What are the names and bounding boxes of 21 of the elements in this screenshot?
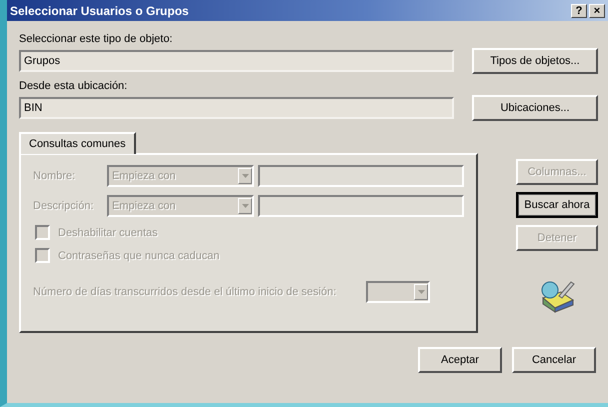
days-dropdown[interactable]	[366, 281, 430, 303]
dialog-button[interactable]: Aceptar	[418, 347, 502, 373]
dialog-button[interactable]: Cancelar	[512, 347, 596, 373]
query-label: Nombre:	[33, 170, 76, 182]
field-label: Seleccionar este tipo de objeto:	[19, 33, 174, 45]
browse-button[interactable]: Tipos de objetos...	[472, 48, 598, 74]
input-field[interactable]: BIN	[19, 97, 454, 119]
close-button[interactable]: ×	[589, 4, 605, 18]
checkbox-label: Deshabilitar cuentas	[58, 226, 158, 238]
query-label: Descripción:	[33, 200, 95, 212]
input-field[interactable]: Grupos	[19, 50, 454, 72]
browse-button[interactable]: Ubicaciones...	[472, 95, 598, 121]
field-label: Desde esta ubicación:	[19, 80, 128, 92]
checkbox-label: Contraseñas que nunca caducan	[58, 250, 220, 262]
help-button[interactable]: ?	[571, 4, 587, 18]
days-label: Número de días transcurridos desde el último inicio de sesión:	[33, 286, 336, 298]
window-title: Seleccionar Usuarios o Grupos	[10, 4, 190, 18]
tab[interactable]: Consultas comunes	[19, 132, 136, 154]
input-field[interactable]	[258, 165, 464, 187]
input-field[interactable]	[258, 195, 464, 217]
side-button[interactable]: Buscar ahora	[516, 192, 598, 218]
